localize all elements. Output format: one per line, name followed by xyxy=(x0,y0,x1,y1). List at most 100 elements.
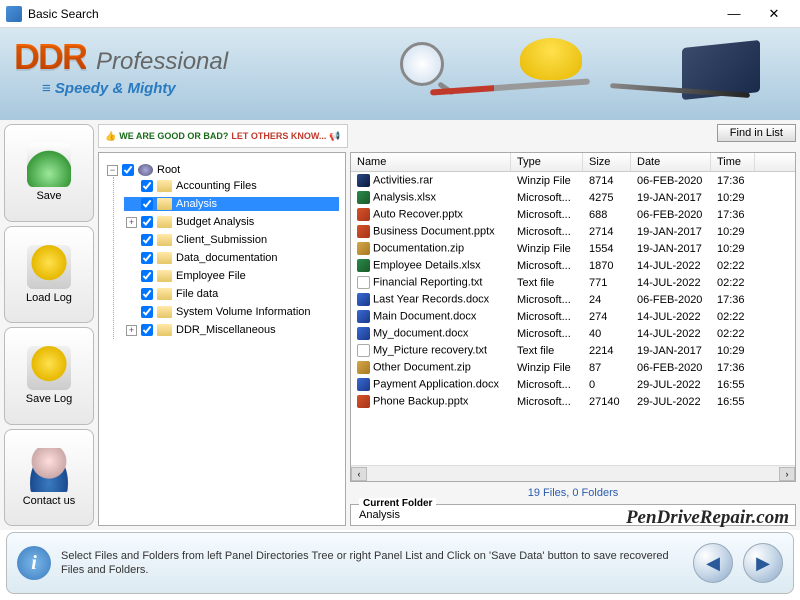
folder-icon xyxy=(157,252,172,264)
folder-icon xyxy=(157,198,172,210)
load-log-button[interactable]: Load Log xyxy=(4,226,94,324)
tree-item[interactable]: Analysis xyxy=(124,197,339,211)
file-icon xyxy=(357,293,370,306)
col-type[interactable]: Type xyxy=(511,153,583,171)
tree-checkbox[interactable] xyxy=(141,306,153,318)
tree-item[interactable]: File data xyxy=(124,287,339,301)
sidebar: Save Load Log Save Log Contact us xyxy=(4,124,94,526)
col-time[interactable]: Time xyxy=(711,153,755,171)
list-item[interactable]: Main Document.docxMicrosoft...27414-JUL-… xyxy=(351,308,795,325)
col-date[interactable]: Date xyxy=(631,153,711,171)
file-icon xyxy=(357,310,370,323)
banner: DDR Professional Speedy & Mighty xyxy=(0,28,800,120)
forward-button[interactable]: ▶ xyxy=(743,543,783,583)
list-item[interactable]: Financial Reporting.txtText file77114-JU… xyxy=(351,274,795,291)
tree-label: Data_documentation xyxy=(176,252,278,264)
load-log-label: Load Log xyxy=(26,292,72,304)
folder-icon xyxy=(157,288,172,300)
file-icon xyxy=(357,225,370,238)
list-item[interactable]: Last Year Records.docxMicrosoft...2406-F… xyxy=(351,291,795,308)
contact-icon xyxy=(27,448,71,492)
tree-label: Accounting Files xyxy=(176,180,257,192)
folder-icon xyxy=(157,216,172,228)
load-log-icon xyxy=(27,245,71,289)
promo-line1: WE ARE GOOD OR BAD? xyxy=(119,131,228,141)
tree-item[interactable]: + DDR_Miscellaneous xyxy=(124,323,339,337)
list-item[interactable]: My_document.docxMicrosoft...4014-JUL-202… xyxy=(351,325,795,342)
save-label: Save xyxy=(36,190,61,202)
tree-checkbox[interactable] xyxy=(141,270,153,282)
list-item[interactable]: Activities.rarWinzip File871406-FEB-2020… xyxy=(351,172,795,189)
scroll-left-icon[interactable]: ‹ xyxy=(351,467,367,481)
tree-checkbox[interactable] xyxy=(141,288,153,300)
list-item[interactable]: Auto Recover.pptxMicrosoft...68806-FEB-2… xyxy=(351,206,795,223)
expand-icon[interactable]: + xyxy=(126,217,137,228)
magnifier-icon xyxy=(400,42,444,86)
hardhat-icon xyxy=(520,38,582,80)
close-button[interactable]: ✕ xyxy=(754,2,794,26)
window-title: Basic Search xyxy=(28,7,714,21)
tree-item[interactable]: Accounting Files xyxy=(124,179,339,193)
horizontal-scrollbar[interactable]: ‹ › xyxy=(351,465,795,481)
file-icon xyxy=(357,327,370,340)
tree-label: Client_Submission xyxy=(176,234,267,246)
list-item[interactable]: My_Picture recovery.txtText file221419-J… xyxy=(351,342,795,359)
file-icon xyxy=(357,174,370,187)
file-icon xyxy=(357,208,370,221)
save-log-label: Save Log xyxy=(26,393,72,405)
watermark: PenDriveRepair.com xyxy=(626,507,789,529)
tree-checkbox[interactable] xyxy=(141,198,153,210)
minimize-button[interactable]: — xyxy=(714,2,754,26)
list-header[interactable]: Name Type Size Date Time xyxy=(351,153,795,172)
root-checkbox[interactable] xyxy=(122,164,134,176)
list-item[interactable]: Business Document.pptxMicrosoft...271419… xyxy=(351,223,795,240)
file-list[interactable]: Name Type Size Date Time Activities.rarW… xyxy=(350,152,796,482)
col-size[interactable]: Size xyxy=(583,153,631,171)
file-icon xyxy=(357,378,370,391)
col-name[interactable]: Name xyxy=(351,153,511,171)
tree-item[interactable]: +Budget Analysis xyxy=(124,215,339,229)
list-item[interactable]: Payment Application.docxMicrosoft...029-… xyxy=(351,376,795,393)
expand-icon[interactable]: + xyxy=(126,325,137,336)
tree-item[interactable]: Employee File xyxy=(124,269,339,283)
file-icon xyxy=(357,242,370,255)
tree-checkbox[interactable] xyxy=(141,180,153,192)
contact-label: Contact us xyxy=(23,495,76,507)
tree-item[interactable]: Client_Submission xyxy=(124,233,339,247)
list-item[interactable]: Other Document.zipWinzip File8706-FEB-20… xyxy=(351,359,795,376)
save-log-icon xyxy=(27,346,71,390)
find-in-list-button[interactable]: Find in List xyxy=(717,124,796,142)
save-log-button[interactable]: Save Log xyxy=(4,327,94,425)
tree-checkbox[interactable] xyxy=(141,252,153,264)
save-icon xyxy=(27,143,71,187)
tree-checkbox[interactable] xyxy=(141,324,153,336)
list-item[interactable]: Employee Details.xlsxMicrosoft...187014-… xyxy=(351,257,795,274)
current-folder-box: Current Folder Analysis PenDriveRepair.c… xyxy=(350,504,796,526)
screwdriver-icon xyxy=(430,78,590,95)
list-item[interactable]: Phone Backup.pptxMicrosoft...2714029-JUL… xyxy=(351,393,795,410)
list-item[interactable]: Analysis.xlsxMicrosoft...427519-JAN-2017… xyxy=(351,189,795,206)
file-icon xyxy=(357,191,370,204)
collapse-icon[interactable]: − xyxy=(107,165,118,176)
file-icon xyxy=(357,361,370,374)
tree-root[interactable]: − Root xyxy=(105,163,339,177)
save-button[interactable]: Save xyxy=(4,124,94,222)
tree-item[interactable]: Data_documentation xyxy=(124,251,339,265)
current-folder-label: Current Folder xyxy=(359,498,436,509)
titlebar: Basic Search — ✕ xyxy=(0,0,800,28)
file-icon xyxy=(357,259,370,272)
list-item[interactable]: Documentation.zipWinzip File155419-JAN-2… xyxy=(351,240,795,257)
tree-label: DDR_Miscellaneous xyxy=(176,324,276,336)
scroll-right-icon[interactable]: › xyxy=(779,467,795,481)
tree-checkbox[interactable] xyxy=(141,216,153,228)
file-icon xyxy=(357,276,370,289)
tree-item[interactable]: System Volume Information xyxy=(124,305,339,319)
directory-tree[interactable]: − Root Accounting Files Analysis +Budget A… xyxy=(98,152,346,526)
brand-logo: DDR xyxy=(14,36,86,78)
root-icon xyxy=(138,164,153,176)
promo-banner[interactable]: 👍 WE ARE GOOD OR BAD? LET OTHERS KNOW...… xyxy=(98,124,348,148)
back-button[interactable]: ◀ xyxy=(693,543,733,583)
contact-us-button[interactable]: Contact us xyxy=(4,429,94,527)
tree-checkbox[interactable] xyxy=(141,234,153,246)
footer-message: Select Files and Folders from left Panel… xyxy=(61,549,683,578)
